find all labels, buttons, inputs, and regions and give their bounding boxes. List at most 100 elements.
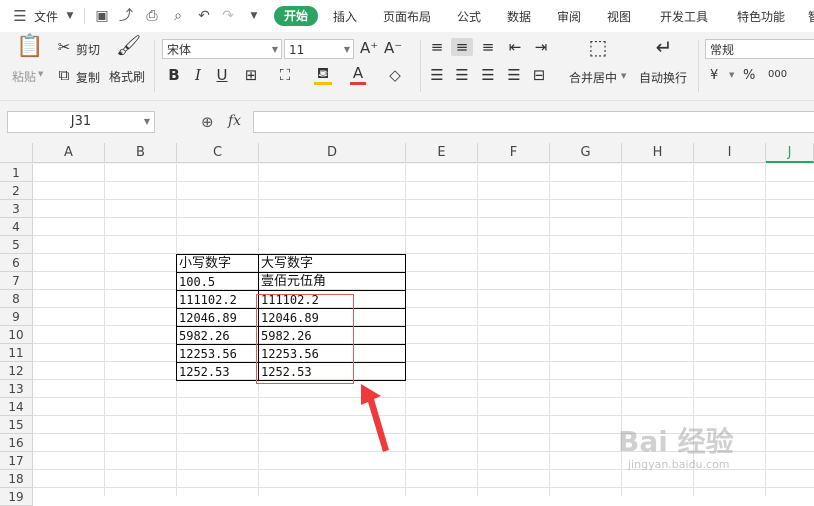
underline-icon[interactable]: U [214,66,230,84]
justify-icon[interactable]: ☰ [505,66,523,84]
row-header-7[interactable]: 7 [0,272,33,290]
align-top-icon[interactable]: ≡ [428,38,446,56]
row-header-17[interactable]: 17 [0,452,33,470]
decrease-font-icon[interactable]: A⁻ [384,39,402,57]
number-format-select[interactable]: 常规 [705,39,814,59]
row-header-11[interactable]: 11 [0,344,33,362]
distributed-align-icon[interactable]: ⊟ [530,66,548,84]
fill-color-icon[interactable]: ⛾ [314,64,332,85]
copy-icon[interactable]: ⧉ [56,66,72,84]
cell-c10[interactable]: 5982.26 [177,327,258,345]
column-header-g[interactable]: G [550,143,622,163]
undo-icon[interactable]: ↶ [196,8,212,24]
row-header-19[interactable]: 19 [0,488,33,506]
font-name-select[interactable]: 宋体 ▼ [162,39,282,59]
row-header-1[interactable]: 1 [0,164,33,182]
cell-c11[interactable]: 12253.56 [177,345,258,363]
row-header-6[interactable]: 6 [0,254,33,272]
increase-indent-icon[interactable]: ⇥ [532,38,550,56]
row-header-8[interactable]: 8 [0,290,33,308]
tab-data[interactable]: 数据 [507,8,531,25]
scissors-icon[interactable]: ✂ [56,38,72,56]
cell-c6[interactable]: 小写数字 [177,255,258,273]
tab-page-layout[interactable]: 页面布局 [383,8,431,25]
merge-center-button[interactable]: 合并居中 [569,69,617,86]
column-header-f[interactable]: F [478,143,550,163]
tab-home[interactable]: 开始 [274,6,318,26]
copy-button[interactable]: 复制 [76,69,100,86]
print-preview-icon[interactable]: ⌕ [170,8,186,24]
currency-icon[interactable]: ¥ [710,68,718,83]
row-header-13[interactable]: 13 [0,380,33,398]
row-header-5[interactable]: 5 [0,236,33,254]
cell-d7[interactable]: 壹佰元伍角 [259,273,405,291]
row-header-4[interactable]: 4 [0,218,33,236]
select-all-corner[interactable] [0,143,33,163]
row-header-18[interactable]: 18 [0,470,33,488]
name-box[interactable]: J31 ▼ [7,111,155,133]
decrease-indent-icon[interactable]: ⇤ [506,38,524,56]
tab-insert[interactable]: 插入 [333,8,357,25]
tab-review[interactable]: 审阅 [557,8,581,25]
tab-smart[interactable]: 智 [808,8,814,25]
column-header-a[interactable]: A [33,143,105,163]
row-header-12[interactable]: 12 [0,362,33,380]
print-icon[interactable]: ⎙ [144,8,160,24]
save-icon[interactable]: ▣ [94,8,110,24]
format-painter-button[interactable]: 格式刷 [109,68,145,85]
align-left-icon[interactable]: ☰ [428,66,446,84]
cell-c9[interactable]: 12046.89 [177,309,258,327]
percent-icon[interactable]: % [743,68,755,83]
paste-icon[interactable]: 📋 [16,36,43,58]
column-header-h[interactable]: H [622,143,694,163]
column-header-e[interactable]: E [406,143,478,163]
align-center-icon[interactable]: ☰ [453,66,471,84]
column-header-c[interactable]: C [177,143,259,163]
cut-button[interactable]: 剪切 [76,41,100,58]
bold-icon[interactable]: B [166,66,182,84]
format-painter-icon[interactable]: 🖌 [116,35,141,55]
align-bottom-icon[interactable]: ≡ [479,38,497,56]
tab-developer[interactable]: 开发工具 [660,8,708,25]
wrap-text-button[interactable]: 自动换行 [639,69,687,86]
borders-icon[interactable]: ⊞ [242,66,260,84]
paste-button[interactable]: 粘贴 [12,68,36,85]
file-menu[interactable]: 文件 [34,8,58,25]
increase-font-icon[interactable]: A⁺ [360,39,378,57]
quick-access-dropdown-icon[interactable]: ▼ [246,8,262,24]
italic-icon[interactable]: I [190,66,206,84]
eraser-icon[interactable]: ◇ [386,66,404,84]
merge-chevron-icon[interactable]: ▼ [621,72,626,80]
formula-input[interactable] [253,111,814,133]
column-header-i[interactable]: I [694,143,766,163]
row-header-14[interactable]: 14 [0,398,33,416]
tab-special-features[interactable]: 特色功能 [737,8,785,25]
align-right-icon[interactable]: ☰ [479,66,497,84]
export-icon[interactable]: ⤴ [118,8,134,24]
tab-view[interactable]: 视图 [607,8,631,25]
zoom-search-icon[interactable]: ⊕ [201,113,214,131]
font-size-select[interactable]: 11 ▼ [284,39,354,59]
row-header-15[interactable]: 15 [0,416,33,434]
wrap-text-icon[interactable]: ↵ [652,37,676,57]
font-color-icon[interactable]: A [350,64,366,85]
merge-center-icon[interactable]: ⬚ [586,37,610,57]
column-header-d[interactable]: D [259,143,406,163]
menu-hamburger-icon[interactable]: ☰ [12,8,28,24]
cell-c8[interactable]: 111102.2 [177,291,258,309]
fx-icon[interactable]: fx [228,113,241,129]
file-chevron-down-icon[interactable]: ▼ [62,8,78,24]
cell-d6[interactable]: 大写数字 [259,255,405,273]
row-header-16[interactable]: 16 [0,434,33,452]
thousands-icon[interactable]: 000 [768,69,787,80]
row-header-3[interactable]: 3 [0,200,33,218]
row-header-2[interactable]: 2 [0,182,33,200]
align-middle-icon[interactable]: ≡ [451,38,473,56]
cell-c7[interactable]: 100.5 [177,273,258,291]
cell-c12[interactable]: 1252.53 [177,363,258,381]
cell-style-icon[interactable]: ⛶ [276,66,294,84]
tab-formulas[interactable]: 公式 [457,8,481,25]
redo-icon[interactable]: ↷ [220,8,236,24]
currency-chevron-icon[interactable]: ▼ [729,71,734,79]
column-header-j[interactable]: J [766,143,814,163]
